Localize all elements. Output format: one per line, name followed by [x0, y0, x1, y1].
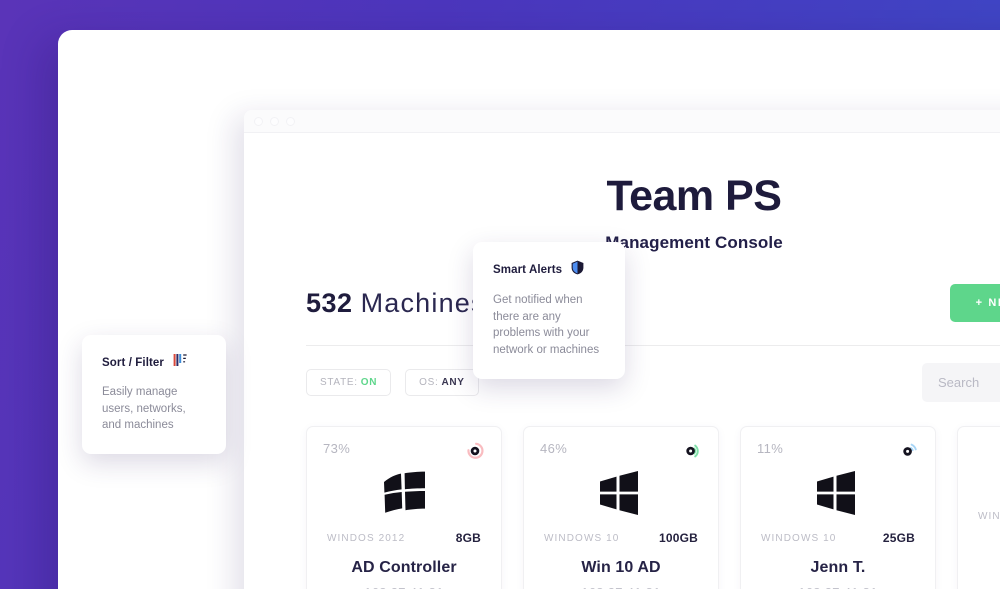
machine-card[interactable]: 11% WINDOWS 10 25GB Jenn T.: [740, 426, 936, 589]
machine-ip: 168.27.41.81: [323, 585, 485, 589]
filter-chips: STATE: ON OS: ANY: [306, 369, 479, 396]
tooltip-header: Sort / Filter: [102, 353, 206, 372]
window-minimize-dot[interactable]: [270, 116, 279, 126]
filter-chip-state-value: ON: [360, 377, 378, 388]
machine-name: AD Controller: [351, 559, 457, 576]
machine-ip: 168.27.41.81: [757, 585, 919, 589]
signal-icon-red: [465, 441, 485, 461]
window-close-dot[interactable]: [254, 116, 263, 126]
tooltip-smart-alerts: Smart Alerts Get notified when there are…: [473, 242, 625, 379]
filter-chip-os-key: OS:: [419, 377, 439, 388]
machine-name: Win 10 AD: [581, 559, 661, 576]
machine-count-label: Machines: [360, 287, 486, 318]
machine-disk-size: 100GB: [658, 531, 698, 545]
tooltip-body: Get notified when there are any problems…: [493, 294, 600, 357]
search-input[interactable]: [922, 363, 1000, 402]
machine-usage-percent: 46%: [540, 441, 568, 456]
machine-card[interactable]: 46% WINDOWS 10 100GB Win 10 AD: [523, 426, 719, 589]
machine-card-top: 46%: [540, 441, 702, 461]
machine-os-name: WINDOWS 10: [978, 511, 1000, 522]
page-title: Team PS: [606, 172, 782, 220]
filter-chip-os-value: ANY: [441, 377, 465, 388]
machine-disk-size: 25GB: [882, 531, 915, 545]
sort-filter-icon: [173, 353, 187, 372]
windows-10-logo: [974, 447, 1000, 499]
machine-card[interactable]: WINDOWS 10 Oliver 168.27.: [957, 426, 1000, 589]
machine-card-meta: WINDOS 2012 8GB: [323, 531, 485, 545]
page-background: Team PS Management Console 532 Machines …: [0, 0, 1000, 589]
window-maximize-dot[interactable]: [286, 116, 295, 126]
filter-chip-state-key: STATE:: [320, 377, 358, 388]
windows-10-logo: [757, 467, 919, 519]
section-divider: [306, 345, 1000, 346]
machine-card-meta: WINDOWS 10 25GB: [757, 531, 919, 545]
windows-10-logo: [540, 467, 702, 519]
machine-os-name: WINDOS 2012: [327, 532, 406, 544]
machine-card-meta: WINDOWS 10: [974, 511, 1000, 522]
new-machine-button[interactable]: + NEW MACHINE: [949, 284, 1000, 322]
signal-icon-blue: [899, 441, 919, 461]
machine-usage-percent: 11%: [757, 441, 784, 456]
machine-count-number: 532: [306, 287, 353, 318]
windows-2012-logo: [323, 467, 485, 519]
machine-os-name: WINDOWS 10: [761, 532, 837, 544]
page-header: Team PS Management Console: [244, 133, 1000, 253]
machine-card-top: 73%: [323, 441, 485, 461]
machine-name: Oliver: [974, 536, 1000, 554]
machine-usage-percent: 73%: [323, 441, 351, 456]
machine-card[interactable]: 73% WINDOS 2012 8GB AD Controller: [306, 426, 502, 589]
machine-card-grid: 73% WINDOS 2012 8GB AD Controller 46% WI…: [244, 426, 1000, 589]
tooltip-body: Easily manage users, networks, and machi…: [102, 386, 186, 432]
browser-titlebar: [244, 110, 1000, 133]
machine-os-name: WINDOWS 10: [544, 532, 620, 544]
machine-ip: 168.27.: [974, 562, 1000, 577]
machine-name: Jenn T.: [810, 559, 866, 576]
filter-chip-os[interactable]: OS: ANY: [405, 369, 479, 396]
machine-disk-size: 8GB: [455, 531, 481, 545]
signal-icon-green: [682, 441, 702, 461]
tooltip-title: Sort / Filter: [102, 356, 165, 369]
tooltip-header: Smart Alerts: [493, 260, 605, 280]
machine-card-top: 11%: [757, 441, 919, 461]
machine-ip: 168.27.41.81: [540, 585, 702, 589]
tooltip-title: Smart Alerts: [493, 264, 563, 276]
tooltip-sort-filter: Sort / Filter Easily manage users, netwo…: [82, 335, 226, 455]
shield-icon: [571, 260, 584, 280]
filter-chip-state[interactable]: STATE: ON: [306, 369, 392, 396]
machine-card-meta: WINDOWS 10 100GB: [540, 531, 702, 545]
